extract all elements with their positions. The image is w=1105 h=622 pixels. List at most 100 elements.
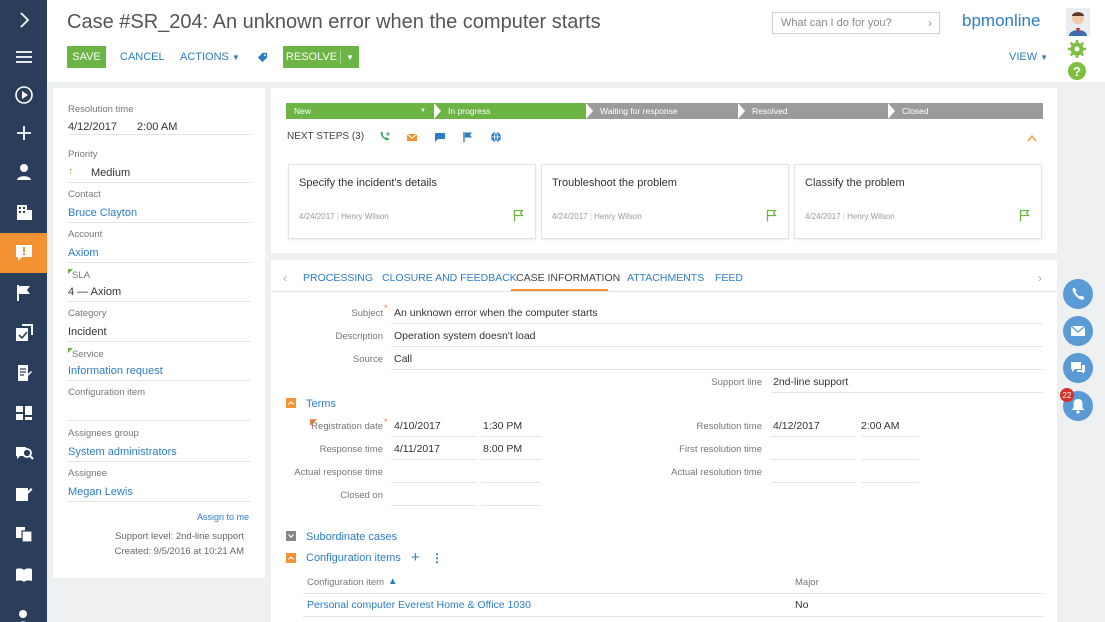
collapse-toggle-icon[interactable]	[286, 398, 296, 408]
orders-icon[interactable]	[0, 473, 47, 513]
add-icon[interactable]	[0, 113, 47, 153]
flag-icon[interactable]	[1019, 209, 1030, 222]
terms-group-header[interactable]: Terms	[306, 398, 336, 410]
knowledge-search-icon[interactable]	[0, 433, 47, 473]
globe-icon[interactable]	[490, 131, 502, 143]
account-link[interactable]: Axiom	[68, 247, 99, 259]
collapse-toggle-icon[interactable]	[286, 553, 296, 563]
view-button[interactable]: VIEW ▼	[1009, 46, 1048, 68]
add-email-icon[interactable]	[406, 131, 418, 143]
documents-icon[interactable]	[0, 353, 47, 393]
add-icon[interactable]: +	[411, 549, 420, 566]
help-icon[interactable]: ?	[1068, 62, 1086, 80]
next-step-card[interactable]: Troubleshoot the problem 4/24/2017 | Hen…	[541, 164, 789, 239]
configuration-item-link[interactable]: Personal computer Everest Home & Office …	[307, 599, 531, 611]
contact-link[interactable]: Bruce Clayton	[68, 207, 137, 219]
caret-down-icon[interactable]: ▼	[341, 53, 359, 62]
flag-icon[interactable]	[766, 209, 777, 222]
save-button[interactable]: SAVE	[67, 46, 106, 68]
source-value[interactable]: Call	[394, 353, 412, 365]
assign-to-me-link[interactable]: Assign to me	[197, 512, 249, 522]
stage-waiting-for-response[interactable]: Waiting for response	[586, 103, 738, 119]
chevron-up-icon[interactable]	[1027, 134, 1037, 142]
assignees-group-link[interactable]: System administrators	[68, 446, 177, 458]
support-line-value[interactable]: 2nd-line support	[773, 376, 848, 388]
dashboards-icon[interactable]	[0, 393, 47, 433]
add-chat-icon[interactable]	[434, 131, 446, 143]
phone-button[interactable]	[1063, 279, 1093, 309]
stage-new[interactable]: New ▼	[286, 103, 434, 119]
chevron-left-icon[interactable]: ‹	[283, 271, 287, 285]
tab-feed[interactable]: FEED	[715, 272, 743, 284]
service-link[interactable]: Information request	[68, 365, 163, 377]
add-call-icon[interactable]	[379, 131, 391, 143]
users-icon[interactable]	[0, 597, 47, 622]
field-underline[interactable]	[861, 459, 919, 460]
files-icon[interactable]	[0, 514, 47, 554]
column-header-configuration-item[interactable]: Configuration item	[307, 577, 384, 588]
configuration-item-field[interactable]: Configuration item	[68, 387, 251, 421]
service-field[interactable]: Service Information request	[68, 348, 251, 381]
expand-nav-icon[interactable]	[0, 0, 47, 40]
resolve-button[interactable]: RESOLVE ▼	[283, 46, 359, 68]
configuration-items-header[interactable]: Configuration items	[306, 552, 401, 564]
next-step-card[interactable]: Specify the incident's details 4/24/2017…	[288, 164, 536, 239]
category-field[interactable]: Category Incident	[68, 308, 251, 342]
resolution-time-field[interactable]: Resolution time 4/12/2017 2:00 AM	[68, 102, 251, 135]
contacts-icon[interactable]	[0, 152, 47, 192]
registration-date-value[interactable]: 4/10/2017	[394, 420, 441, 432]
process-icon[interactable]	[0, 75, 47, 115]
add-task-flag-icon[interactable]	[462, 131, 474, 143]
gear-icon[interactable]	[1068, 40, 1086, 58]
field-underline[interactable]	[861, 482, 919, 483]
resolution-time-value[interactable]: 2:00 AM	[861, 420, 900, 432]
menu-icon[interactable]	[0, 37, 47, 77]
expand-toggle-icon[interactable]	[286, 531, 296, 541]
search-input[interactable]: What can I do for you? ›	[772, 12, 940, 34]
tag-button[interactable]	[257, 46, 268, 68]
column-header-major[interactable]: Major	[795, 577, 819, 588]
account-field[interactable]: Account Axiom	[68, 229, 251, 263]
priority-field[interactable]: Priority ↑ Medium	[68, 149, 251, 183]
chevron-right-icon[interactable]: ›	[1038, 271, 1042, 285]
sla-field[interactable]: SLA 4 — Axiom	[68, 269, 251, 302]
sort-ascending-icon[interactable]: ▲	[388, 576, 397, 587]
next-step-card[interactable]: Classify the problem 4/24/2017 | Henry W…	[794, 164, 1042, 239]
subordinate-cases-header[interactable]: Subordinate cases	[306, 531, 397, 543]
tab-case-information[interactable]: CASE INFORMATION	[516, 272, 620, 284]
subject-value[interactable]: An unknown error when the computer start…	[394, 307, 598, 319]
cancel-button[interactable]: CANCEL	[120, 46, 165, 68]
actions-button[interactable]: ACTIONS ▼	[180, 46, 240, 68]
tab-processing[interactable]: PROCESSING	[303, 272, 373, 284]
stage-closed[interactable]: Closed	[888, 103, 1043, 119]
stage-in-progress[interactable]: In progress	[434, 103, 586, 119]
contact-field[interactable]: Contact Bruce Clayton	[68, 189, 251, 223]
field-underline[interactable]	[771, 459, 856, 460]
resolution-date-value[interactable]: 4/12/2017	[773, 420, 820, 432]
tab-attachments[interactable]: ATTACHMENTS	[627, 272, 704, 284]
response-time-value[interactable]: 8:00 PM	[483, 443, 522, 455]
registration-time-value[interactable]: 1:30 PM	[483, 420, 522, 432]
tab-closure-and-feedback[interactable]: CLOSURE AND FEEDBACK	[382, 272, 517, 284]
field-underline[interactable]	[481, 482, 541, 483]
email-button[interactable]	[1063, 316, 1093, 346]
field-underline[interactable]	[391, 482, 476, 483]
knowledge-base-icon[interactable]	[0, 555, 47, 595]
activities-flag-icon[interactable]	[0, 273, 47, 313]
cases-icon[interactable]	[0, 233, 47, 273]
assignee-field[interactable]: Assignee Megan Lewis	[68, 468, 251, 502]
description-value[interactable]: Operation system doesn't load	[394, 330, 536, 342]
field-underline[interactable]	[481, 505, 541, 506]
leads-icon[interactable]	[0, 313, 47, 353]
chat-button[interactable]	[1063, 353, 1093, 383]
stage-resolved[interactable]: Resolved	[738, 103, 888, 119]
field-underline[interactable]	[391, 505, 476, 506]
flag-icon[interactable]	[513, 209, 524, 222]
accounts-icon[interactable]	[0, 192, 47, 232]
response-date-value[interactable]: 4/11/2017	[394, 443, 440, 455]
more-options-icon[interactable]: ⋮	[431, 551, 443, 565]
field-underline[interactable]	[771, 482, 856, 483]
user-avatar[interactable]	[1066, 8, 1090, 36]
assignee-link[interactable]: Megan Lewis	[68, 486, 133, 498]
assignees-group-field[interactable]: Assignees group System administrators	[68, 428, 251, 462]
